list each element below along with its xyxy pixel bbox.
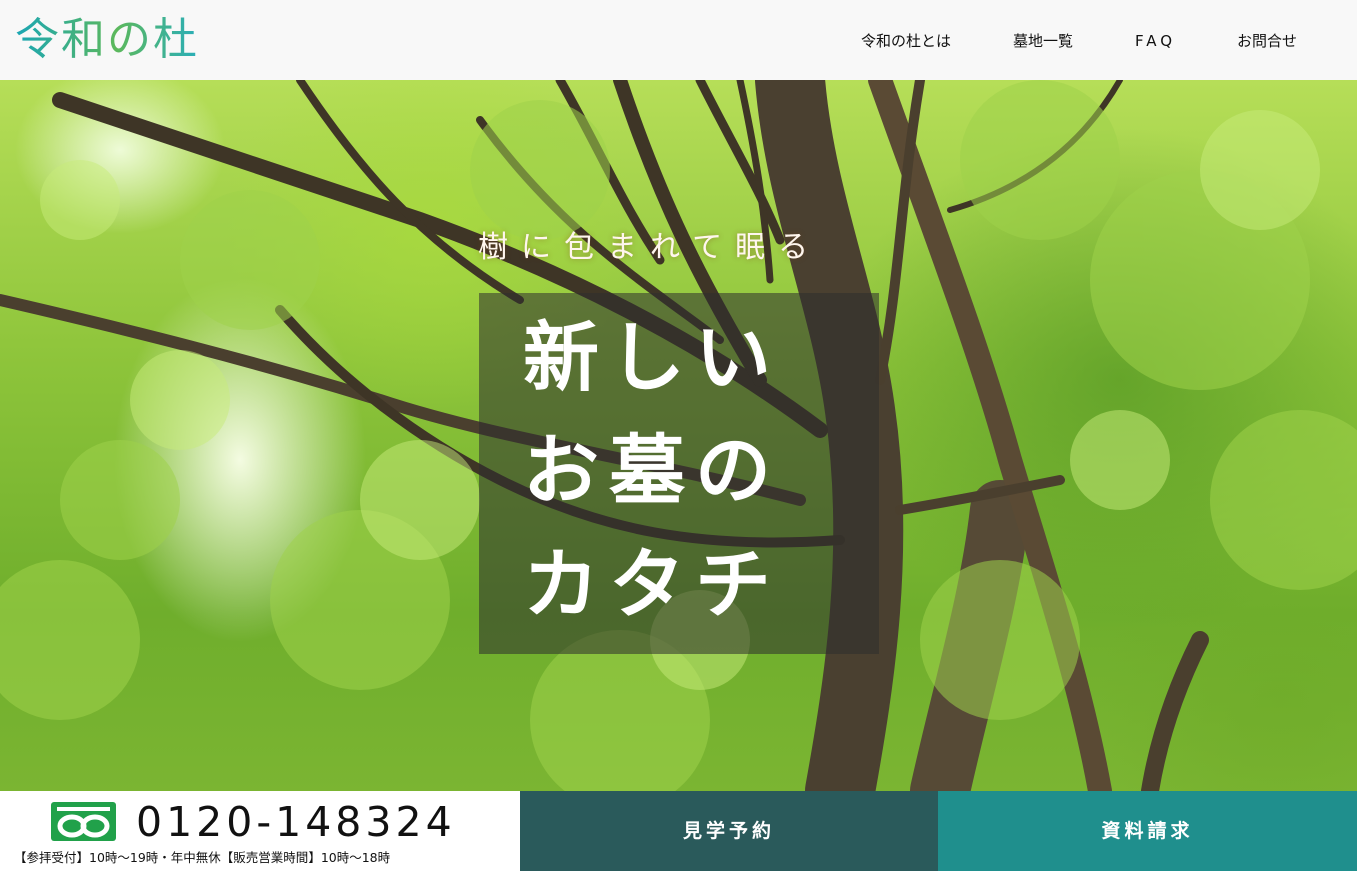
site-header: 令和の杜 令和の杜とは 墓地一覧 FAQ お問合せ [0, 0, 1357, 80]
contact-bar: 0120-148324 【参拝受付】10時〜19時・年中無休【販売営業時間】10… [0, 791, 1357, 871]
nav-link-about[interactable]: 令和の杜とは [861, 28, 951, 54]
phone-panel: 0120-148324 【参拝受付】10時〜19時・年中無休【販売営業時間】10… [0, 791, 520, 871]
site-logo[interactable]: 令和の杜 [15, 10, 199, 70]
business-hours-text: 【参拝受付】10時〜19時・年中無休【販売営業時間】10時〜18時 [14, 850, 391, 865]
nav-link-cemeteries[interactable]: 墓地一覧 [1013, 28, 1073, 54]
request-brochure-button[interactable]: 資料請求 [938, 791, 1357, 871]
phone-number-link[interactable]: 0120-148324 [136, 799, 456, 845]
hero-headline-line-2: お墓の [523, 426, 781, 515]
hero-headline-line-3: カタチ [523, 540, 781, 629]
nav-link-faq[interactable]: FAQ [1135, 28, 1176, 54]
visit-reservation-button[interactable]: 見学予約 [520, 791, 938, 871]
hero-section: 樹に包まれて眠る 新しい お墓の カタチ [0, 80, 1357, 791]
hero-headline-box: 新しい お墓の カタチ [479, 293, 879, 654]
nav-link-contact[interactable]: お問合せ [1237, 28, 1297, 54]
hero-headline-line-1: 新しい [523, 313, 781, 402]
freedial-icon [51, 802, 116, 841]
hero-tagline: 樹に包まれて眠る [478, 230, 822, 265]
